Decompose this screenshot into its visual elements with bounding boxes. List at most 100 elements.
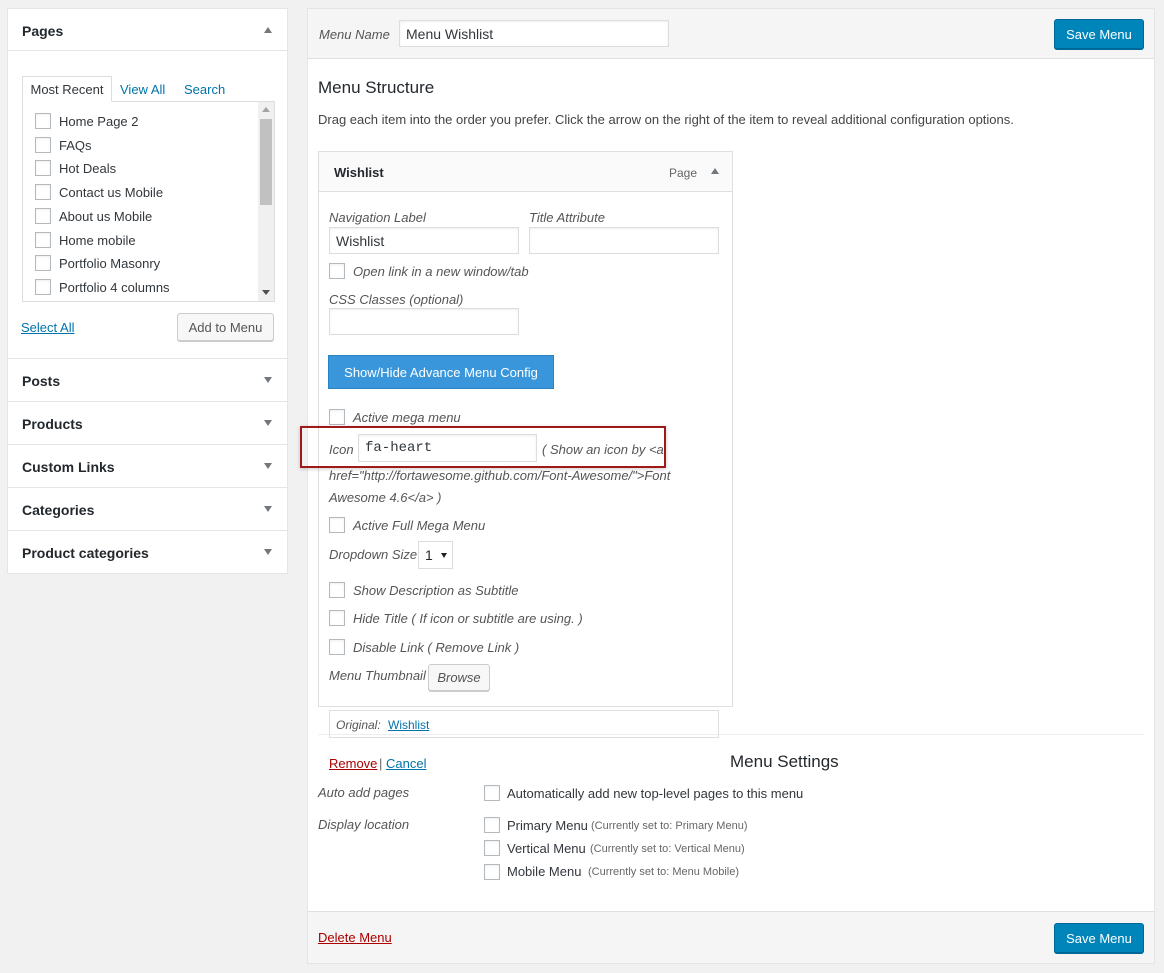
- disable-link-label: Disable Link ( Remove Link ): [353, 640, 520, 655]
- menu-name-input[interactable]: Menu Wishlist: [399, 20, 669, 47]
- pages-list[interactable]: Home Page 2 FAQs Hot Deals Contact us Mo…: [22, 101, 275, 302]
- icon-help-text-2: href="http://fortawesome.github.com/Font…: [329, 468, 671, 483]
- menu-footer: Delete Menu Save Menu: [308, 911, 1154, 963]
- advance-config-label: Show/Hide Advance Menu Config: [344, 364, 538, 380]
- collapse-arrow-icon[interactable]: [711, 168, 719, 174]
- menu-thumbnail-label: Menu Thumbnail: [329, 668, 426, 683]
- save-menu-button[interactable]: Save Menu: [1054, 19, 1144, 49]
- show-description-checkbox[interactable]: [329, 582, 345, 598]
- dropdown-size-label: Dropdown Size: [329, 547, 418, 562]
- location-note: (Currently set to: Menu Mobile): [588, 866, 739, 878]
- accordion-product-categories[interactable]: Product categories: [7, 531, 288, 574]
- separator: |: [379, 756, 383, 771]
- pages-title: Pages: [22, 23, 64, 39]
- menu-item-title: Wishlist: [334, 165, 384, 180]
- expand-arrow-icon[interactable]: [264, 420, 272, 426]
- auto-add-label: Auto add pages: [318, 785, 410, 800]
- original-link[interactable]: Wishlist: [388, 718, 429, 732]
- expand-arrow-icon[interactable]: [264, 549, 272, 555]
- location-name: Primary Menu: [507, 818, 588, 833]
- pages-panel: Pages Most Recent View All Search Home P…: [7, 8, 288, 359]
- active-mega-checkbox[interactable]: [329, 409, 345, 425]
- advance-config-button[interactable]: Show/Hide Advance Menu Config: [328, 355, 554, 389]
- open-new-window-checkbox[interactable]: [329, 263, 345, 279]
- divider: [318, 734, 1144, 735]
- browse-button[interactable]: Browse: [428, 664, 490, 691]
- delete-menu-link[interactable]: Delete Menu: [318, 930, 392, 945]
- accordion-categories[interactable]: Categories: [7, 488, 288, 531]
- open-new-window-label: Open link in a new window/tab: [353, 264, 529, 279]
- nav-label-label: Navigation Label: [329, 210, 426, 225]
- list-item-label: Home Page 2: [59, 114, 139, 129]
- save-menu-label: Save Menu: [1066, 26, 1132, 42]
- location-note: (Currently set to: Primary Menu): [591, 820, 748, 832]
- tab-view-all[interactable]: View All: [120, 82, 165, 97]
- browse-label: Browse: [437, 670, 481, 685]
- disable-link-checkbox[interactable]: [329, 639, 345, 655]
- expand-arrow-icon[interactable]: [264, 377, 272, 383]
- expand-arrow-icon[interactable]: [264, 463, 272, 469]
- list-item-label: Portfolio Masonry: [59, 256, 161, 271]
- select-all-link[interactable]: Select All: [21, 320, 74, 335]
- accordion-title: Product categories: [22, 545, 149, 561]
- icon-help-text-3: Awesome 4.6</a> ): [329, 490, 442, 505]
- scrollbar[interactable]: [258, 102, 274, 301]
- nav-label-input[interactable]: Wishlist: [329, 227, 519, 254]
- remove-link[interactable]: Remove: [329, 756, 377, 771]
- icon-label: Icon: [329, 442, 354, 457]
- location-note: (Currently set to: Vertical Menu): [590, 843, 745, 855]
- menu-item-bar[interactable]: Wishlist Page: [319, 152, 732, 192]
- menu-name-label: Menu Name: [319, 27, 390, 42]
- menu-item-wishlist: Wishlist Page Navigation Label Wishlist …: [318, 151, 733, 707]
- icon-input[interactable]: fa-heart: [358, 434, 537, 462]
- checkbox[interactable]: [35, 255, 51, 271]
- hide-title-checkbox[interactable]: [329, 610, 345, 626]
- location-checkbox-vertical[interactable]: [484, 840, 500, 856]
- accordion-posts[interactable]: Posts: [7, 359, 288, 402]
- title-attribute-input[interactable]: [529, 227, 719, 254]
- checkbox[interactable]: [35, 208, 51, 224]
- dropdown-size-value: 1: [425, 547, 433, 563]
- expand-arrow-icon[interactable]: [264, 506, 272, 512]
- tab-search[interactable]: Search: [184, 82, 225, 97]
- pages-header[interactable]: Pages: [8, 9, 287, 51]
- chevron-down-icon: [441, 553, 447, 558]
- collapse-arrow-icon[interactable]: [264, 27, 272, 33]
- menu-item-type: Page: [669, 166, 698, 180]
- scroll-up-icon[interactable]: [262, 107, 270, 112]
- cancel-link[interactable]: Cancel: [386, 756, 426, 771]
- checkbox[interactable]: [35, 137, 51, 153]
- accordion-products[interactable]: Products: [7, 402, 288, 445]
- icon-help-text: ( Show an icon by <a: [542, 442, 664, 457]
- location-checkbox-primary[interactable]: [484, 817, 500, 833]
- save-menu-label: Save Menu: [1066, 930, 1132, 946]
- accordion-title: Posts: [22, 373, 61, 389]
- dropdown-size-select[interactable]: 1: [418, 541, 453, 569]
- checkbox[interactable]: [35, 113, 51, 129]
- list-item-label: Hot Deals: [59, 161, 117, 176]
- save-menu-button-footer[interactable]: Save Menu: [1054, 923, 1144, 953]
- css-classes-label: CSS Classes (optional): [329, 292, 464, 307]
- auto-add-checkbox[interactable]: [484, 785, 500, 801]
- checkbox[interactable]: [35, 184, 51, 200]
- menu-settings-title: Menu Settings: [730, 752, 839, 771]
- auto-add-option: Automatically add new top-level pages to…: [507, 786, 804, 801]
- active-full-mega-checkbox[interactable]: [329, 517, 345, 533]
- checkbox[interactable]: [35, 232, 51, 248]
- show-description-label: Show Description as Subtitle: [353, 583, 519, 598]
- add-to-menu-label: Add to Menu: [188, 319, 263, 335]
- tab-most-recent[interactable]: Most Recent: [22, 76, 112, 102]
- location-checkbox-mobile[interactable]: [484, 864, 500, 880]
- accordion-custom-links[interactable]: Custom Links: [7, 445, 288, 488]
- scroll-down-icon[interactable]: [262, 290, 270, 295]
- checkbox[interactable]: [35, 160, 51, 176]
- menu-header: Menu Name Menu Wishlist Save Menu: [308, 9, 1154, 59]
- add-to-menu-button[interactable]: Add to Menu: [177, 313, 274, 341]
- css-classes-input[interactable]: [329, 308, 519, 335]
- scrollbar-thumb[interactable]: [260, 119, 272, 205]
- checkbox[interactable]: [35, 279, 51, 295]
- list-item-label: Portfolio 4 columns: [59, 280, 170, 295]
- tab-most-recent-label: Most Recent: [30, 81, 104, 97]
- hide-title-label: Hide Title ( If icon or subtitle are usi…: [353, 611, 583, 626]
- list-item-label: FAQs: [59, 138, 92, 153]
